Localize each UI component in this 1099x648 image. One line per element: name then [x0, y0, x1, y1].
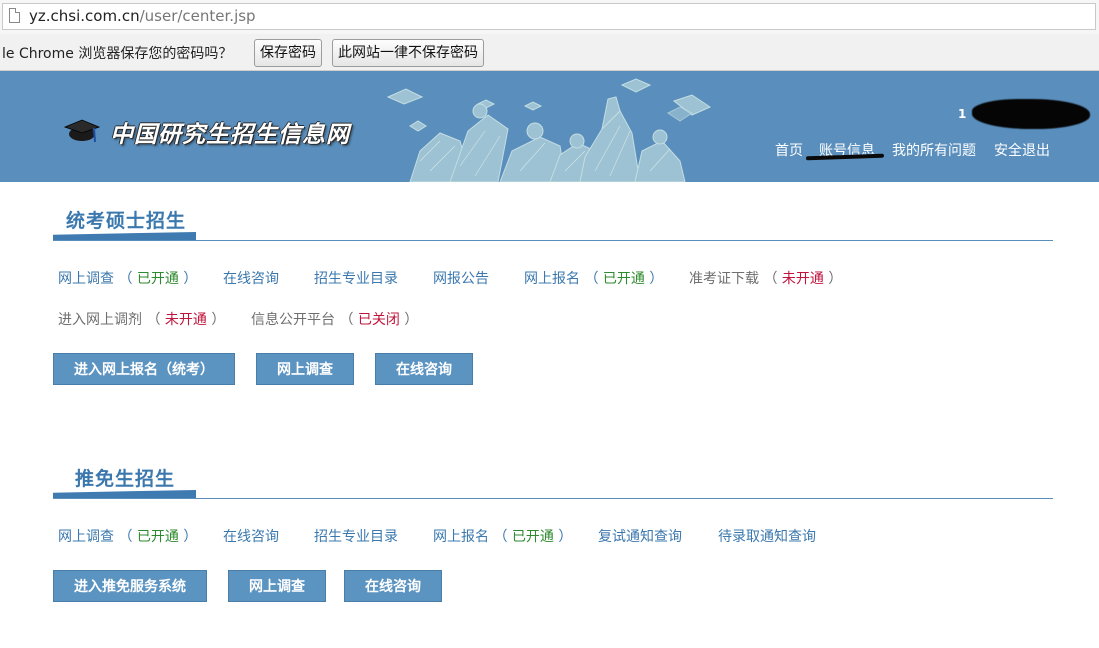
link-label: 网上调查 — [58, 271, 114, 287]
site-header: 中国研究生招生信息网 1 首页 账号信息 我的所有问题 安全退出 — [0, 71, 1099, 182]
online-survey-button[interactable]: 网上调查 — [256, 353, 354, 385]
omnibox[interactable]: yz.chsi.com.cn/user/center.jsp — [2, 3, 1096, 30]
never-save-password-button[interactable]: 此网站一律不保存密码 — [332, 39, 484, 67]
link-admission-notice[interactable]: 待录取通知查询 — [718, 526, 816, 546]
link-label: 进入网上调剂 — [58, 312, 142, 328]
nav-logout[interactable]: 安全退出 — [994, 140, 1050, 160]
online-consult-button[interactable]: 在线咨询 — [344, 570, 442, 602]
link-label: 网上调查 — [58, 529, 114, 545]
link-online-registration[interactable]: 网上报名 （ 已开通 ） — [433, 526, 572, 546]
status-badge: 未开通 — [164, 312, 207, 328]
section-title-recommended: 推免生招生 — [75, 468, 176, 490]
status-badge: 已开通 — [511, 529, 554, 545]
link-online-consult[interactable]: 在线咨询 — [223, 268, 279, 288]
status-badge: 未开通 — [781, 271, 824, 287]
link-program-catalog[interactable]: 招生专业目录 — [314, 526, 398, 546]
nav-my-questions[interactable]: 我的所有问题 — [892, 140, 976, 160]
link-label: 准考证下载 — [689, 271, 759, 287]
link-program-catalog[interactable]: 招生专业目录 — [314, 268, 398, 288]
section-divider — [53, 498, 1053, 499]
link-info-platform[interactable]: 信息公开平台 （ 已关闭 ） — [251, 309, 418, 329]
link-online-adjustment[interactable]: 进入网上调剂 （ 未开通 ） — [58, 309, 225, 329]
online-consult-button[interactable]: 在线咨询 — [375, 353, 473, 385]
user-id-text: 1 — [958, 107, 967, 121]
infobar-message: le Chrome 浏览器保存您的密码吗？ — [2, 46, 233, 62]
section-title-unified-exam: 统考硕士招生 — [66, 210, 187, 232]
nav-home[interactable]: 首页 — [775, 140, 803, 160]
link-registration-notice[interactable]: 网报公告 — [433, 268, 489, 288]
link-interview-notice[interactable]: 复试通知查询 — [598, 526, 682, 546]
online-survey-button[interactable]: 网上调查 — [228, 570, 326, 602]
graduates-illustration — [386, 78, 712, 182]
url-host: yz.chsi.com.cn — [29, 7, 140, 25]
redacted-username — [972, 99, 1090, 129]
status-badge: 已开通 — [136, 529, 179, 545]
page-icon — [9, 8, 20, 23]
link-label: 网上报名 — [433, 529, 489, 545]
link-label: 网上报名 — [524, 271, 580, 287]
save-password-infobar: le Chrome 浏览器保存您的密码吗？ 保存密码 此网站一律不保存密码 — [0, 34, 1099, 71]
address-bar-area: yz.chsi.com.cn/user/center.jsp — [0, 0, 1099, 34]
enter-registration-button[interactable]: 进入网上报名（统考） — [53, 353, 235, 385]
section-divider — [53, 240, 1053, 241]
enter-recommend-system-button[interactable]: 进入推免服务系统 — [53, 570, 207, 602]
status-badge: 已关闭 — [357, 312, 400, 328]
status-badge: 已开通 — [136, 271, 179, 287]
link-online-consult[interactable]: 在线咨询 — [223, 526, 279, 546]
link-admission-ticket[interactable]: 准考证下载 （ 未开通 ） — [689, 268, 842, 288]
save-password-button[interactable]: 保存密码 — [254, 39, 322, 67]
link-online-survey[interactable]: 网上调查 （ 已开通 ） — [58, 268, 197, 288]
graduation-cap-icon — [64, 119, 100, 143]
url-path: /user/center.jsp — [139, 7, 256, 25]
url-text[interactable]: yz.chsi.com.cn/user/center.jsp — [29, 7, 256, 25]
link-online-registration[interactable]: 网上报名 （ 已开通 ） — [524, 268, 663, 288]
link-online-survey[interactable]: 网上调查 （ 已开通 ） — [58, 526, 197, 546]
site-logo-title[interactable]: 中国研究生招生信息网 — [110, 115, 350, 149]
link-label: 信息公开平台 — [251, 312, 335, 328]
status-badge: 已开通 — [602, 271, 645, 287]
